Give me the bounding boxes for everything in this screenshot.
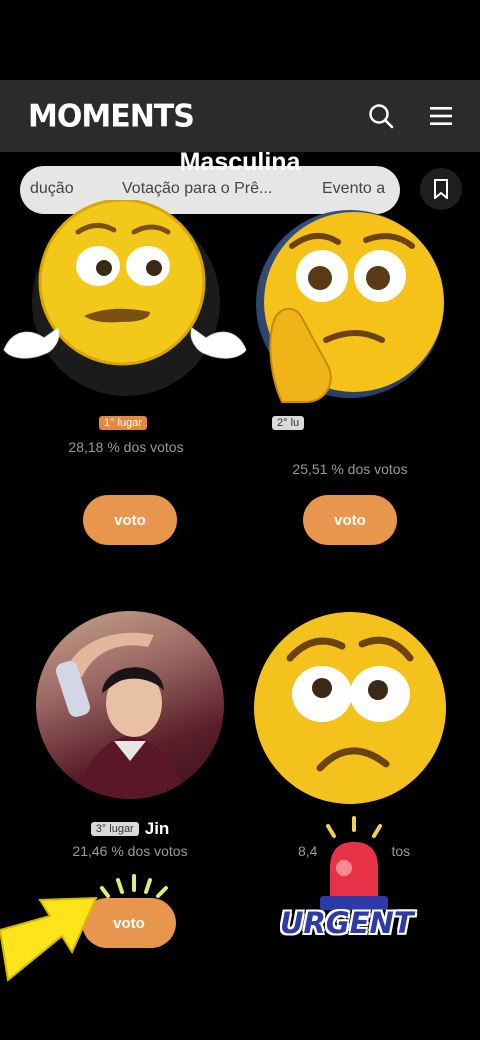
vote-percentage: 21,46 % dos votos [72, 843, 188, 859]
rank-badge: 2° lu [272, 416, 305, 430]
candidate-card-3: 3° lugar Jin 21,46 % dos votos voto [30, 605, 230, 965]
vote-percentage: 25,51 % dos votos [292, 461, 408, 477]
tab-votacao[interactable]: Votação para o Prê... [122, 180, 272, 198]
category-title: Masculina [179, 148, 301, 176]
rank-badge: 3° lugar [90, 822, 139, 836]
candidate-name: Jin [144, 819, 170, 838]
menu-icon[interactable] [430, 106, 452, 126]
candidate-avatar[interactable] [256, 210, 444, 398]
app-header: MOMENTS [0, 80, 480, 152]
search-icon[interactable] [368, 103, 394, 129]
vote-button[interactable]: voto [83, 495, 177, 545]
vote-button[interactable]: voto [82, 898, 176, 948]
urgent-sticker-text: URGENT [279, 905, 414, 941]
candidate-photo [55, 632, 186, 799]
candidate-card-2: 2° lu 25,51 % dos votos voto [250, 198, 450, 558]
vote-button[interactable]: voto [303, 495, 397, 545]
app-logo[interactable]: MOMENTS [28, 98, 195, 135]
tab-evento[interactable]: Evento a [322, 180, 385, 198]
vote-percentage: 8,4 tos [298, 843, 411, 859]
candidate-avatar[interactable] [32, 208, 220, 396]
candidate-avatar[interactable] [36, 611, 224, 799]
tab-producao[interactable]: dução [30, 180, 74, 198]
vote-percentage: 28,18 % dos votos [68, 439, 184, 455]
rank-badge: 1° lugar [98, 416, 148, 430]
candidate-card-1: 1° lugar 28,18 % dos votos voto [26, 198, 226, 558]
bookmark-icon [434, 179, 448, 199]
